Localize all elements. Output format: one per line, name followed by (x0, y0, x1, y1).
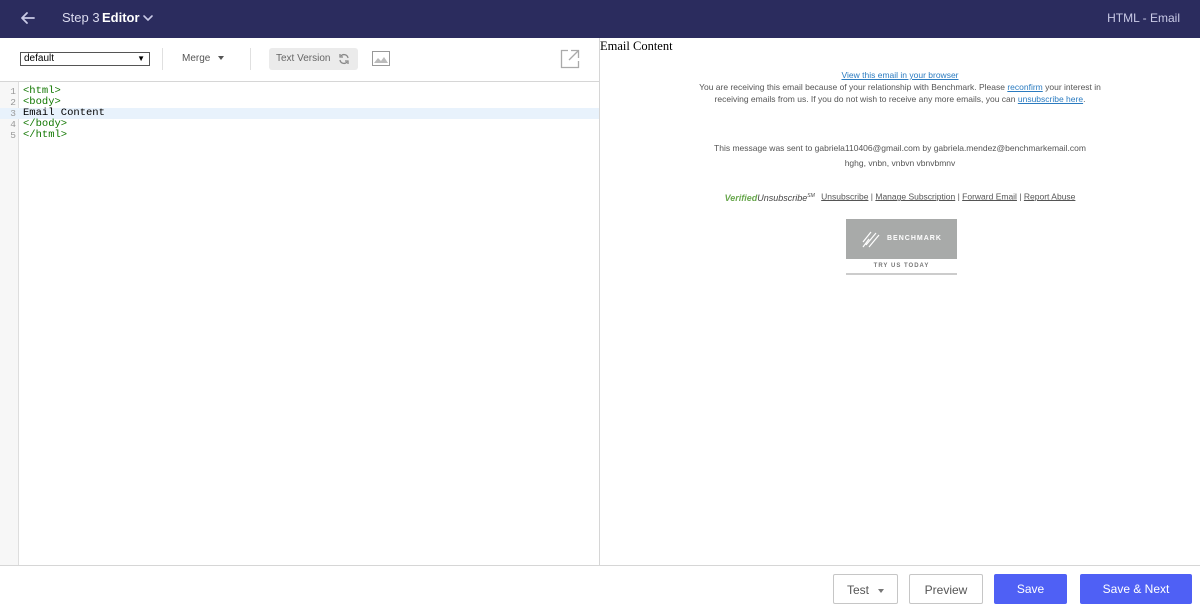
notice-text: You are receiving this email because of … (699, 82, 1005, 92)
reconfirm-link[interactable]: reconfirm (1007, 82, 1042, 92)
top-bar: Step 3 Editor HTML - Email (0, 0, 1200, 38)
template-select[interactable]: default ▼ (20, 52, 150, 66)
step-name[interactable]: Editor (102, 10, 140, 25)
code-line[interactable]: 5 </html> (0, 129, 599, 142)
sender-address: hghg, vnbn, vnbvn vbnvbmnv (844, 158, 956, 168)
refresh-icon (339, 53, 349, 65)
sent-to-text: This message was sent to gabriela110406@… (714, 143, 1086, 153)
benchmark-badge[interactable]: BENCHMARK TRY US TODAY (846, 219, 957, 275)
view-in-browser-link[interactable]: View this email in your browser (842, 70, 959, 80)
test-label: Test (846, 583, 869, 597)
arrow-left-icon[interactable] (18, 8, 38, 28)
external-window-icon[interactable] (560, 49, 580, 69)
code-line[interactable]: 1 <html> (0, 86, 599, 98)
line-number: 5 (10, 130, 16, 141)
merge-dropdown[interactable]: Merge (182, 53, 225, 64)
notice-text: your interest in (1045, 82, 1101, 92)
test-button[interactable]: Test (833, 574, 898, 604)
text-version-label: Text Version (276, 53, 331, 64)
divider (250, 48, 251, 70)
divider (162, 48, 163, 70)
caret-down-icon (878, 588, 884, 593)
line-number: 2 (10, 97, 16, 108)
merge-label: Merge (182, 53, 211, 64)
benchmark-mark-icon (862, 231, 880, 248)
line-number: 4 (10, 119, 16, 130)
step-label: Step 3 (62, 10, 100, 25)
line-number-gutter (0, 82, 19, 565)
text-version-button[interactable]: Text Version (269, 48, 358, 70)
email-preview-panel: Email Content View this email in your br… (600, 38, 1200, 565)
select-arrow-icon: ▼ (137, 54, 145, 63)
image-icon[interactable] (372, 51, 390, 66)
chevron-down-icon[interactable] (142, 12, 154, 24)
verified-unsubscribe-logo: VerifiedUnsubscribeSM (724, 193, 815, 203)
benchmark-logo: BENCHMARK (846, 219, 957, 259)
caret-down-icon (218, 56, 225, 61)
email-body-text: Email Content (600, 39, 673, 53)
save-button[interactable]: Save (994, 574, 1067, 604)
view-in-browser-row: View this email in your browser (600, 69, 1200, 81)
footer-links: VerifiedUnsubscribeSM Unsubscribe | Mana… (724, 191, 1076, 203)
line-number: 1 (10, 86, 16, 97)
save-next-button[interactable]: Save & Next (1080, 574, 1192, 604)
line-number: 3 (10, 108, 16, 119)
template-select-value: default (24, 53, 55, 64)
code-text: </html> (23, 129, 68, 141)
notice-line-2: receiving emails from us. If you do not … (714, 94, 1086, 104)
benchmark-logo-text: BENCHMARK (887, 235, 942, 242)
notice-text: receiving emails from us. If you do not … (714, 94, 1016, 104)
code-line[interactable]: 4 </body> (0, 119, 599, 131)
manage-subscription-link[interactable]: Manage Subscription (875, 191, 955, 201)
action-bar: Test Preview Save Save & Next (0, 565, 1200, 609)
report-abuse-link[interactable]: Report Abuse (1024, 191, 1076, 201)
unsubscribe-here-link[interactable]: unsubscribe here (1018, 94, 1083, 104)
unsubscribe-link[interactable]: Unsubscribe (821, 191, 868, 201)
notice-line-1: You are receiving this email because of … (600, 81, 1200, 93)
try-us-today: TRY US TODAY (846, 259, 957, 275)
code-editor-panel: default ▼ Merge Text Version 1 <html> 2 … (0, 38, 600, 565)
editor-mode-label: HTML - Email (1107, 11, 1180, 25)
forward-email-link[interactable]: Forward Email (962, 191, 1017, 201)
editor-toolbar: default ▼ Merge Text Version (0, 38, 600, 82)
code-line-active[interactable]: 3 Email Content (0, 108, 599, 119)
preview-button[interactable]: Preview (909, 574, 983, 604)
code-area[interactable]: 1 <html> 2 <body> 3 Email Content 4 </bo… (0, 82, 599, 565)
